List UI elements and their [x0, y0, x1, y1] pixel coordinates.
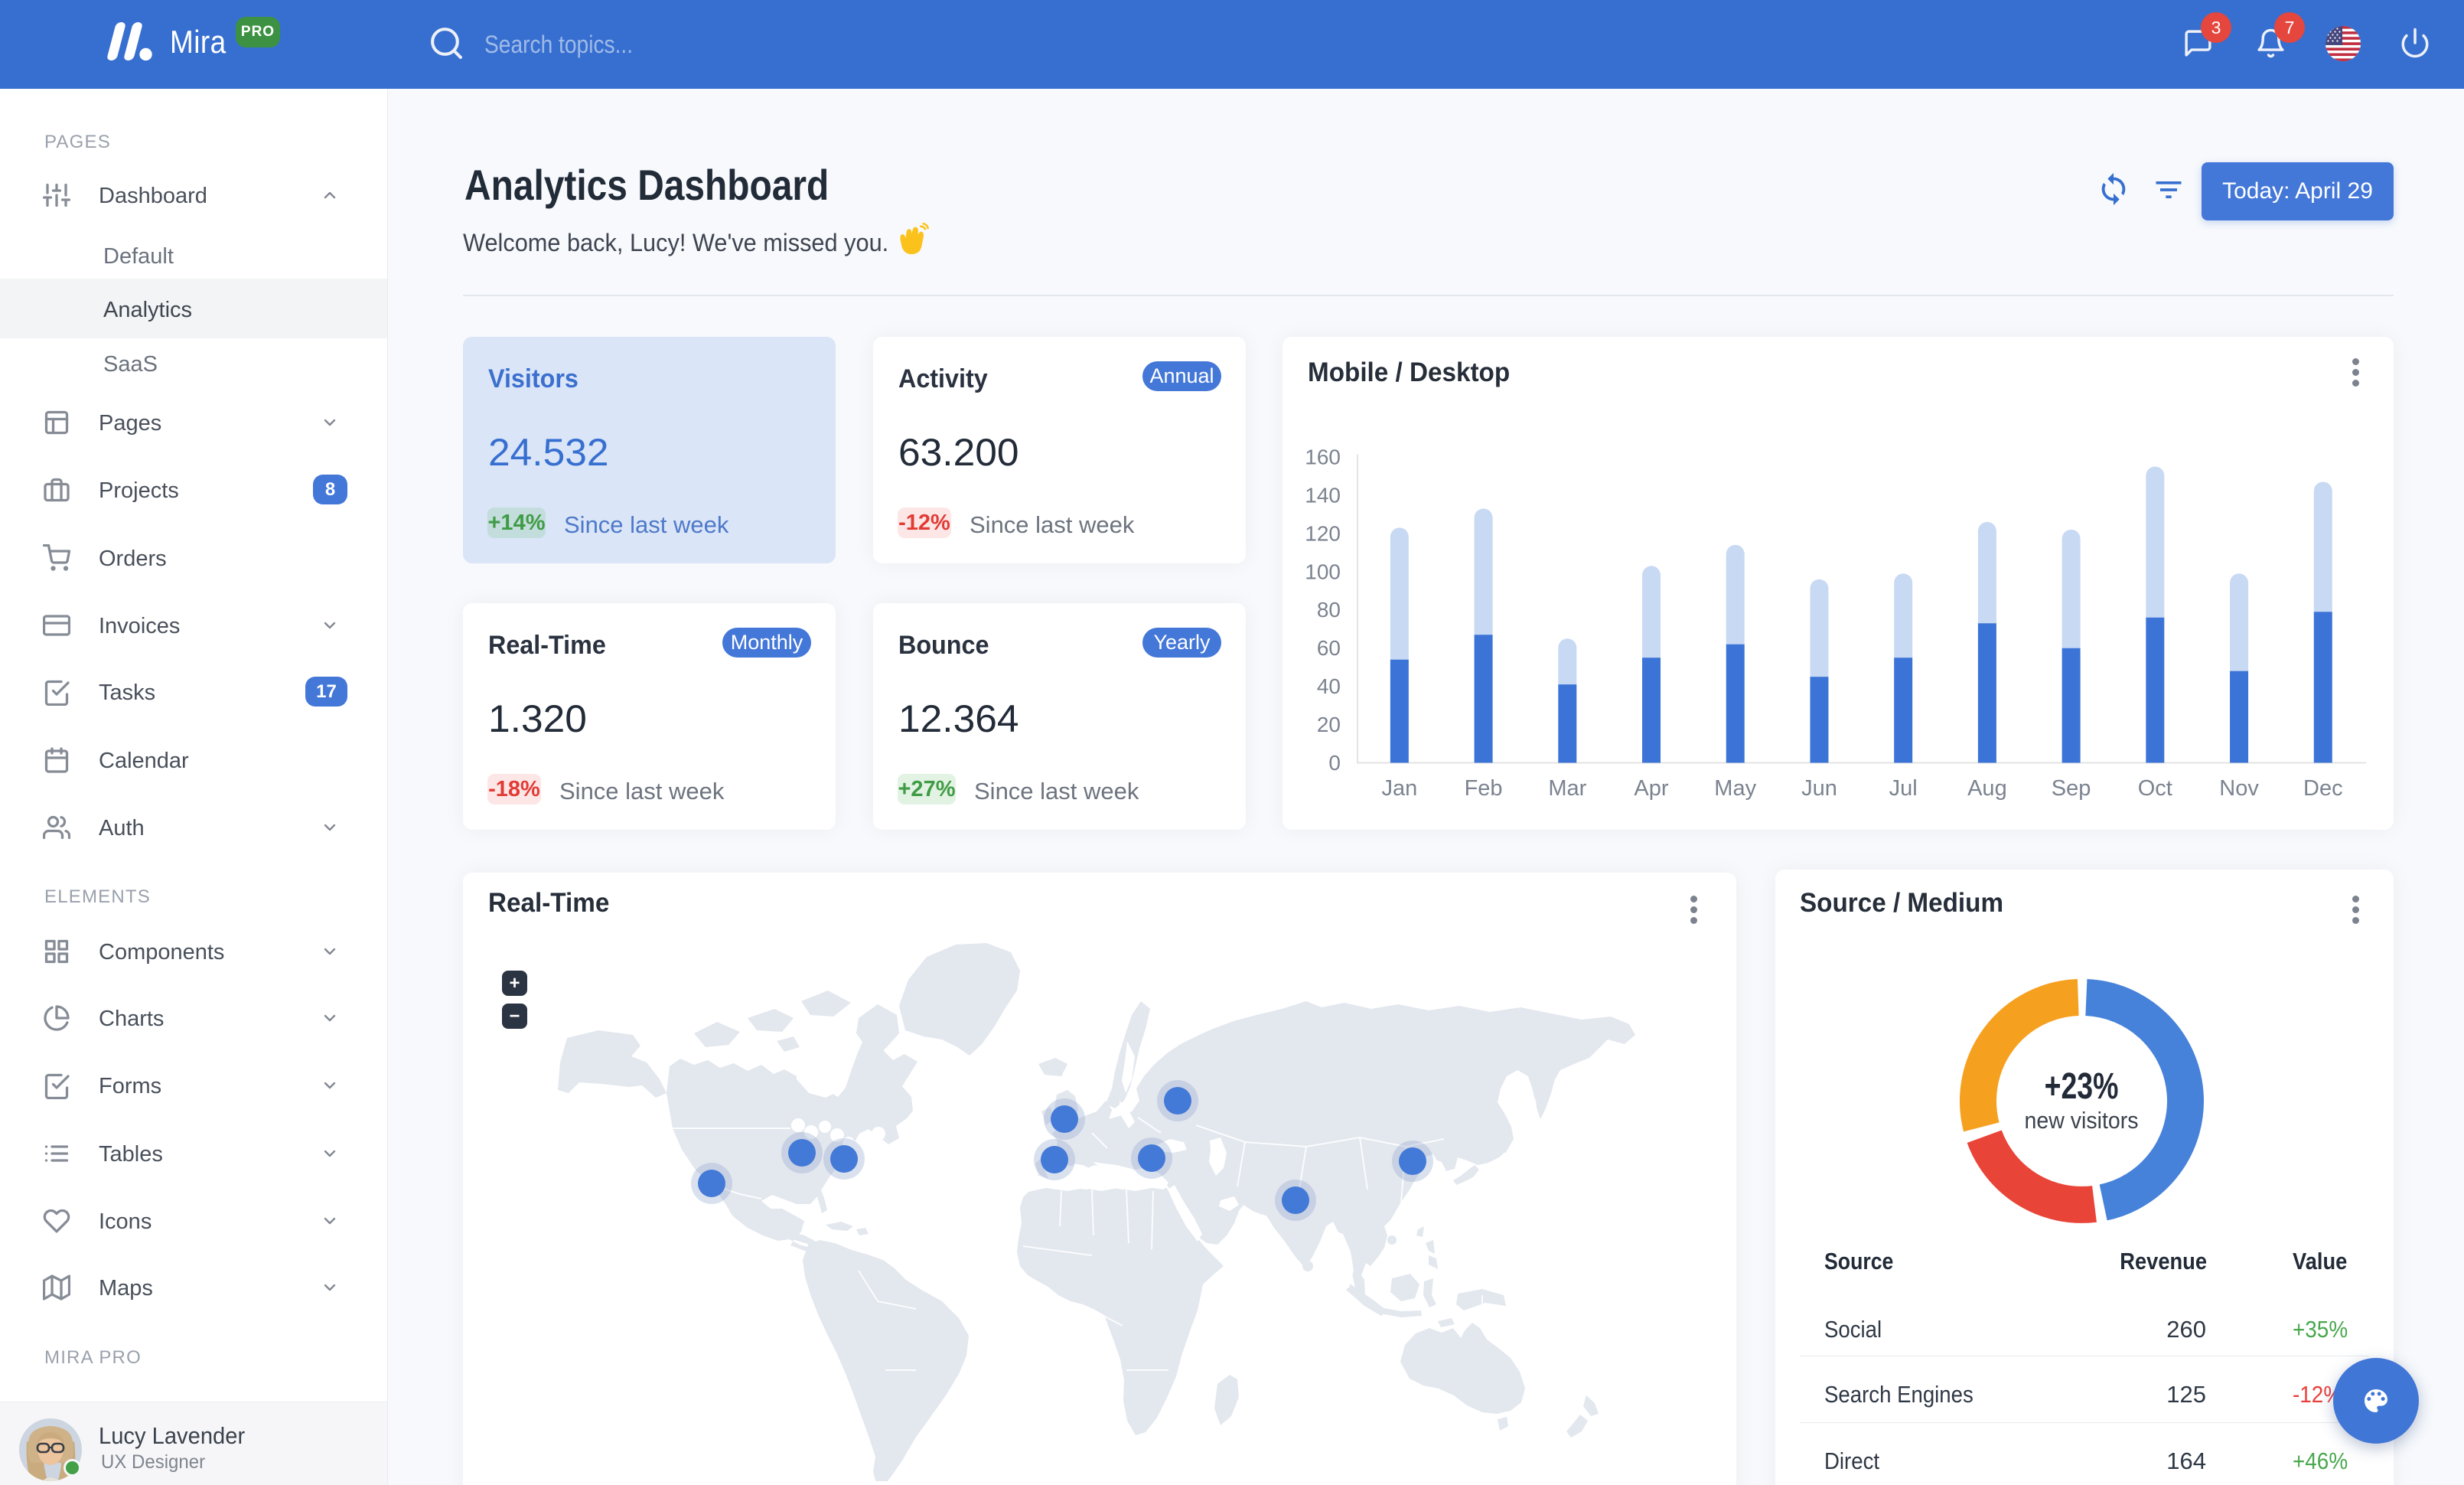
svg-text:Dec: Dec — [2303, 776, 2343, 801]
svg-text:Oct: Oct — [2138, 776, 2172, 801]
svg-text:May: May — [1714, 776, 1756, 801]
svg-text:160: 160 — [1305, 445, 1341, 469]
svg-text:80: 80 — [1317, 598, 1341, 622]
svg-text:Jul: Jul — [1889, 776, 1918, 801]
svg-text:Jun: Jun — [1801, 776, 1837, 801]
svg-text:20: 20 — [1317, 713, 1341, 736]
svg-text:0: 0 — [1328, 751, 1341, 775]
svg-text:Feb: Feb — [1465, 776, 1503, 801]
svg-text:40: 40 — [1317, 674, 1341, 698]
svg-text:Nov: Nov — [2219, 776, 2259, 801]
svg-text:Apr: Apr — [1634, 776, 1668, 801]
svg-text:Sep: Sep — [2052, 776, 2091, 801]
svg-text:Aug: Aug — [1967, 776, 2007, 801]
svg-text:60: 60 — [1317, 636, 1341, 660]
svg-text:100: 100 — [1305, 560, 1341, 583]
svg-text:120: 120 — [1305, 521, 1341, 545]
svg-text:140: 140 — [1305, 483, 1341, 507]
svg-text:Jan: Jan — [1382, 776, 1418, 801]
svg-text:Mar: Mar — [1548, 776, 1586, 801]
